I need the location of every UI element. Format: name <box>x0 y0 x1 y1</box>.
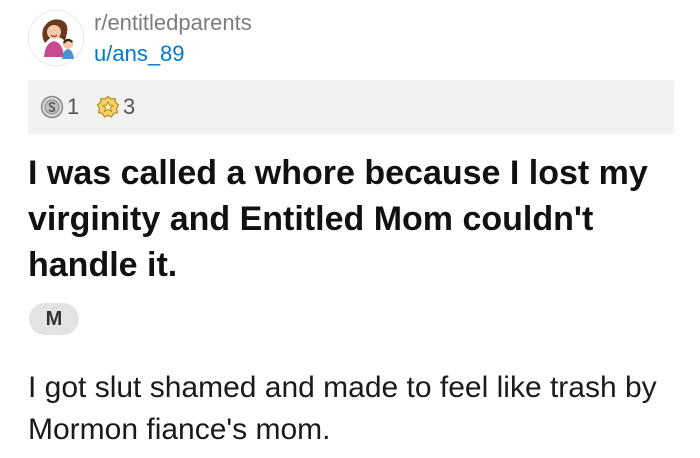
award-gold[interactable]: 3 <box>96 93 135 121</box>
author-username[interactable]: u/ans_89 <box>94 41 185 67</box>
subreddit-avatar[interactable] <box>28 10 84 66</box>
award-silver[interactable]: 1 <box>40 93 79 121</box>
silver-award-icon <box>40 95 64 119</box>
gold-award-icon <box>96 95 120 118</box>
post-header: r/entitledparents u/ans_89 <box>28 8 668 68</box>
post-flair[interactable]: M <box>29 303 79 335</box>
subreddit-name[interactable]: r/entitledparents <box>94 10 252 36</box>
post-title[interactable]: I was called a whore because I lost my v… <box>28 150 678 288</box>
cartoon-family-icon <box>29 11 83 65</box>
silver-award-count: 1 <box>67 94 80 119</box>
post-body: I got slut shamed and made to feel like … <box>28 371 657 446</box>
awards-bar: 1 3 <box>28 80 674 134</box>
gold-award-count: 3 <box>123 94 136 119</box>
